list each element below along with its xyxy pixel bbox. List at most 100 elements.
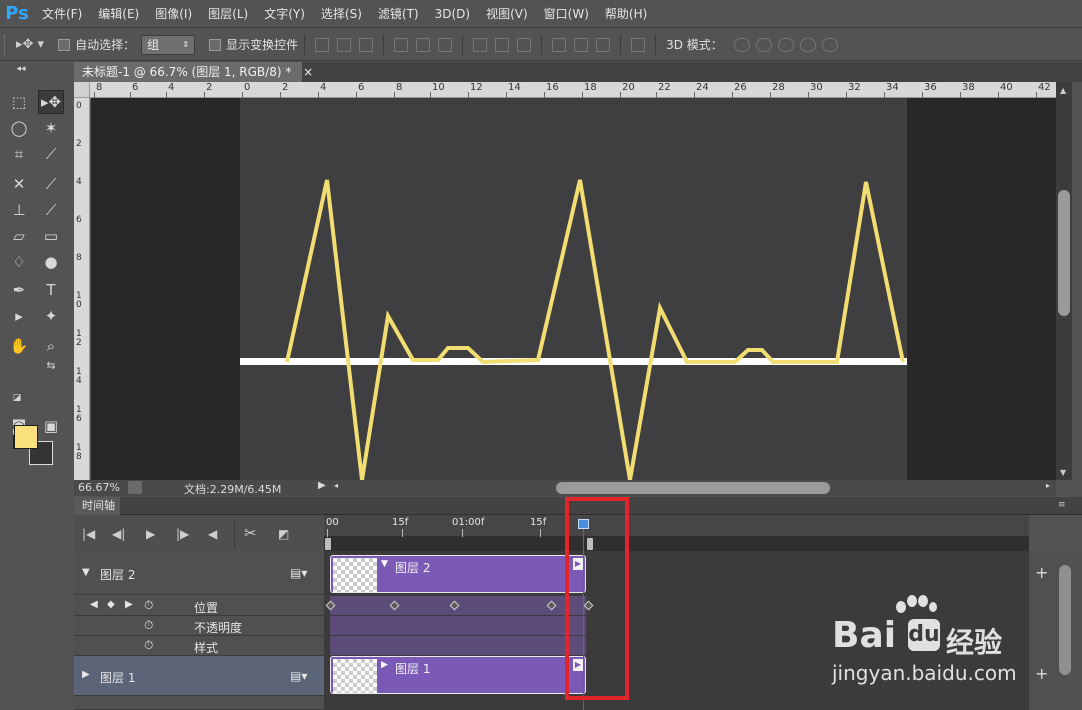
clip-layer1-expand-icon[interactable]: ▶ [381, 660, 388, 670]
path-select-tool-icon[interactable]: ▸ [6, 304, 32, 328]
menu-item[interactable]: 选择(S) [313, 0, 370, 28]
menu-item[interactable]: 文字(Y) [256, 0, 313, 28]
menu-item[interactable]: 帮助(H) [597, 0, 655, 28]
background-color-swatch[interactable] [29, 441, 53, 465]
brush-tool-icon[interactable]: ⟋ [38, 172, 64, 196]
vertical-scroll-thumb[interactable] [1058, 190, 1070, 316]
auto-select-dropdown[interactable]: 组 ⇕ [141, 34, 196, 55]
distribute-bottom-icon[interactable] [517, 37, 532, 52]
scroll-up-icon[interactable]: ▲ [1060, 86, 1066, 95]
status-menu-arrow-icon[interactable]: ▶ [318, 480, 326, 491]
scroll-right-icon[interactable]: ▸ [1046, 481, 1050, 490]
clip-layer2[interactable]: ▼ 图层 2 ▶ [330, 555, 586, 593]
next-frame-icon[interactable]: |▶ [176, 527, 189, 541]
audio-icon[interactable]: ◀ [208, 527, 217, 541]
lasso-tool-icon[interactable]: ◯ [6, 116, 32, 140]
add-keyframe-icon[interactable]: ◆ [107, 599, 115, 610]
timeline-tab[interactable]: 时间轴 [74, 497, 120, 515]
menu-item[interactable]: 编辑(E) [90, 0, 147, 28]
layer-row-layer2[interactable]: ▼ 图层 2 ▤▾ [74, 553, 324, 595]
stamp-tool-icon[interactable]: ⊥ [6, 198, 32, 222]
menu-item[interactable]: 图层(L) [200, 0, 256, 28]
eyedropper-tool-icon[interactable]: ⟋ [38, 142, 64, 166]
move-tool-icon[interactable]: ▸✥ [38, 90, 64, 114]
menu-item[interactable]: 文件(F) [34, 0, 90, 28]
play-icon[interactable]: ▶ [146, 527, 155, 541]
zoom-level[interactable]: 66.67% [78, 481, 120, 494]
3d-roll-icon[interactable] [755, 37, 772, 52]
horizontal-scroll-thumb[interactable] [556, 482, 830, 494]
style-track[interactable] [330, 636, 586, 655]
distribute-top-icon[interactable] [473, 37, 488, 52]
scroll-down-icon[interactable]: ▼ [1060, 468, 1066, 477]
menu-item[interactable]: 滤镜(T) [370, 0, 427, 28]
stopwatch-opacity-icon[interactable]: ⏱ [144, 618, 153, 633]
healing-tool-icon[interactable]: ✕ [6, 172, 32, 196]
stopwatch-style-icon[interactable]: ⏱ [144, 638, 153, 653]
distribute-right-icon[interactable] [596, 37, 611, 52]
menu-item[interactable]: 视图(V) [478, 0, 536, 28]
3d-scale-icon[interactable] [821, 37, 838, 52]
gradient-tool-icon[interactable]: ▭ [38, 224, 64, 248]
prev-keyframe-icon[interactable]: ◀ [90, 599, 98, 610]
3d-slide-icon[interactable] [799, 37, 816, 52]
quick-mask-icon[interactable]: ◙ [6, 414, 32, 438]
3d-rotate-icon[interactable] [733, 37, 750, 52]
screen-mode-icon[interactable]: ▣ [38, 414, 64, 438]
auto-align-icon[interactable] [631, 37, 646, 52]
close-tab-icon[interactable]: × [303, 65, 313, 79]
layer2-film-icon[interactable]: ▤▾ [290, 566, 307, 580]
clip-layer1[interactable]: ▶ 图层 1 ▶ [330, 656, 586, 694]
hand-tool-icon[interactable]: ✋ [6, 334, 32, 358]
move-tool-icon[interactable]: ▸✥ ▾ [16, 37, 44, 52]
shape-tool-icon[interactable]: ✦ [38, 304, 64, 328]
layer-row-layer1[interactable]: ▶ 图层 1 ▤▾ [74, 656, 324, 696]
document-tab[interactable]: 未标题-1 @ 66.7% (图层 1, RGB/8) * × [74, 62, 313, 82]
panel-menu-icon[interactable]: ≡ [1058, 500, 1066, 510]
align-left-icon[interactable] [394, 37, 409, 52]
collapse-layer2-icon[interactable]: ▼ [82, 567, 90, 578]
timeline-ruler[interactable]: 00 15f 01:00f 15f [324, 515, 1029, 537]
align-bottom-icon[interactable] [359, 37, 374, 52]
scroll-left-icon[interactable]: ◂ [334, 481, 338, 490]
split-scissors-icon[interactable]: ✂ [244, 524, 257, 542]
distribute-left-icon[interactable] [552, 37, 567, 52]
show-transform-checkbox[interactable] [209, 38, 222, 51]
align-vcenter-icon[interactable] [337, 37, 352, 52]
swap-colors-icon[interactable]: ⇆ [38, 358, 64, 372]
3d-pan-icon[interactable] [777, 37, 794, 52]
auto-select-checkbox[interactable] [58, 38, 71, 51]
toolbox-collapse-icon[interactable]: ◂◂ [8, 64, 34, 74]
distribute-hcenter-icon[interactable] [574, 37, 589, 52]
opacity-track[interactable] [330, 616, 586, 636]
menu-item[interactable]: 图像(I) [147, 0, 200, 28]
history-brush-tool-icon[interactable]: ⟋ [38, 198, 64, 222]
canvas[interactable] [240, 98, 907, 480]
zoom-tool-icon[interactable]: ⌕ [38, 334, 64, 358]
type-tool-icon[interactable]: T [38, 278, 64, 302]
marquee-tool-icon[interactable]: ⬚ [6, 90, 32, 114]
eraser-tool-icon[interactable]: ▱ [6, 224, 32, 248]
distribute-vcenter-icon[interactable] [495, 37, 510, 52]
next-keyframe-icon[interactable]: ▶ [125, 599, 133, 610]
timeline-scroll-thumb[interactable] [1059, 565, 1071, 675]
crop-tool-icon[interactable]: ⌗ [6, 142, 32, 166]
add-media-layer1-icon[interactable]: + [1035, 664, 1048, 683]
align-hcenter-icon[interactable] [416, 37, 431, 52]
status-info-icon[interactable] [128, 481, 142, 494]
clip-layer2-expand-icon[interactable]: ▼ [381, 559, 388, 569]
align-right-icon[interactable] [438, 37, 453, 52]
blur-tool-icon[interactable]: ♢ [6, 250, 32, 274]
magic-wand-tool-icon[interactable]: ✶ [38, 116, 64, 140]
previous-frame-icon[interactable]: ◀| [112, 527, 125, 541]
go-to-first-frame-icon[interactable]: |◀ [82, 527, 95, 541]
pen-tool-icon[interactable]: ✒ [6, 278, 32, 302]
menu-item[interactable]: 窗口(W) [536, 0, 597, 28]
default-colors-icon[interactable]: ◪ [4, 392, 30, 404]
layer1-film-icon[interactable]: ▤▾ [290, 669, 307, 683]
add-media-layer2-icon[interactable]: + [1035, 563, 1048, 582]
expand-layer1-icon[interactable]: ▶ [82, 669, 90, 680]
ruler-corner[interactable] [74, 82, 90, 98]
dodge-tool-icon[interactable]: ● [38, 250, 64, 274]
menu-item[interactable]: 3D(D) [427, 0, 478, 28]
